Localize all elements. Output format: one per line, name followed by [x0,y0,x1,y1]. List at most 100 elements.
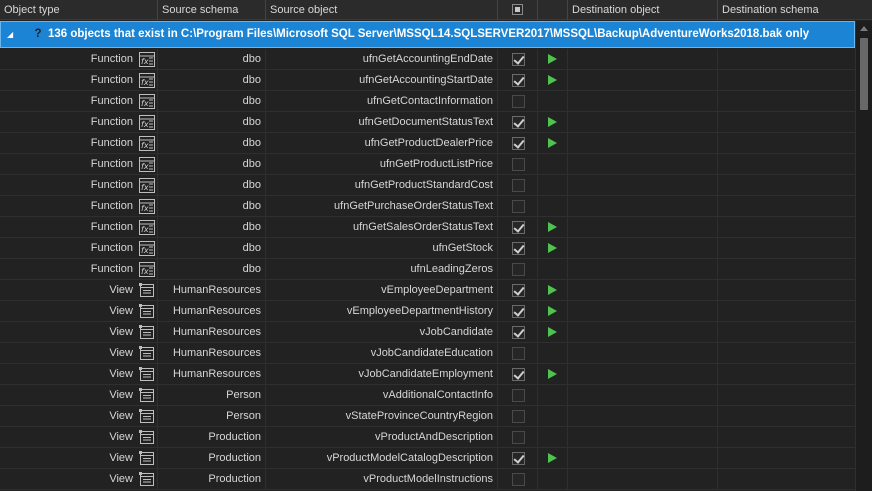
cell-source-schema: dbo [158,175,266,196]
table-row[interactable]: View HumanResources vJobCandidateEducation [0,343,855,364]
table-row[interactable]: Function fx dbo ufnGetContactInformation [0,91,855,112]
include-checkbox[interactable] [512,200,525,213]
group-row[interactable]: ◢ ? 136 objects that exist in C:\Program… [0,21,855,48]
table-row[interactable]: Function fx dbo ufnGetProductStandardCost [0,175,855,196]
include-checkbox[interactable] [512,116,525,129]
cell-include [498,154,538,175]
select-all-checkbox[interactable] [512,4,523,15]
object-type-text: View [109,326,133,338]
cell-source-object: vEmployeeDepartment [266,280,498,301]
cell-destination-object [568,112,718,133]
play-arrow-icon[interactable] [548,453,557,463]
table-row[interactable]: Function fx dbo ufnGetProductListPrice [0,154,855,175]
object-type-text: Function [90,263,133,275]
cell-destination-object [568,175,718,196]
table-row[interactable]: Function fx dbo ufnGetPurchaseOrderStatusTe… [0,196,855,217]
cell-source-object: ufnGetAccountingEndDate [266,49,498,70]
include-checkbox[interactable] [512,431,525,444]
view-icon [139,430,155,445]
play-arrow-icon[interactable] [548,306,557,316]
table-row[interactable]: View Production vProductModelCatalogDescri… [0,448,855,469]
cell-action [538,343,568,364]
include-checkbox[interactable] [512,284,525,297]
column-header-select-all[interactable] [498,0,538,20]
include-checkbox[interactable] [512,179,525,192]
table-row[interactable]: Function fx dbo ufnGetAccountingStartDate [0,70,855,91]
include-checkbox[interactable] [512,137,525,150]
table-row[interactable]: View Production vProductModelInstructions [0,469,855,490]
table-row[interactable]: View HumanResources vJobCandidate [0,322,855,343]
cell-include [498,91,538,112]
play-arrow-icon[interactable] [548,369,557,379]
column-header-source-schema[interactable]: Source schema [158,0,266,20]
cell-object-type: Function fx [0,217,158,238]
table-row[interactable]: View Production vProductAndDescription [0,427,855,448]
table-row[interactable]: Function fx dbo ufnLeadingZeros [0,259,855,280]
play-arrow-icon[interactable] [548,117,557,127]
object-type-text: Function [90,95,133,107]
include-checkbox[interactable] [512,221,525,234]
function-icon: fx [139,199,155,214]
scroll-up-icon[interactable] [860,26,868,31]
cell-source-object: vJobCandidateEducation [266,343,498,364]
table-row[interactable]: Function fx dbo ufnGetDocumentStatusText [0,112,855,133]
include-checkbox[interactable] [512,410,525,423]
cell-destination-object [568,49,718,70]
table-row[interactable]: Function fx dbo ufnGetStock [0,238,855,259]
column-header-source-object[interactable]: Source object [266,0,498,20]
include-checkbox[interactable] [512,452,525,465]
cell-destination-schema [718,406,855,427]
cell-source-object: ufnLeadingZeros [266,259,498,280]
function-icon: fx [139,241,155,256]
include-checkbox[interactable] [512,74,525,87]
play-arrow-icon[interactable] [548,54,557,64]
table-row[interactable]: Function fx dbo ufnGetAccountingEndDate [0,49,855,70]
cell-source-schema: HumanResources [158,322,266,343]
scrollbar-thumb[interactable] [860,38,868,110]
cell-object-type: Function fx [0,259,158,280]
cell-include [498,70,538,91]
object-type-text: View [109,431,133,443]
cell-object-type: Function fx [0,49,158,70]
table-row[interactable]: View Person vStateProvinceCountryRegion [0,406,855,427]
play-arrow-icon[interactable] [548,327,557,337]
table-row[interactable]: View HumanResources vEmployeeDepartment [0,280,855,301]
table-row[interactable]: View HumanResources vEmployeeDepartmentHis… [0,301,855,322]
include-checkbox[interactable] [512,305,525,318]
include-checkbox[interactable] [512,368,525,381]
table-row[interactable]: View Person vAdditionalContactInfo [0,385,855,406]
vertical-scrollbar[interactable] [855,21,872,491]
cell-destination-object [568,364,718,385]
play-arrow-icon[interactable] [548,243,557,253]
include-checkbox[interactable] [512,95,525,108]
include-checkbox[interactable] [512,263,525,276]
include-checkbox[interactable] [512,473,525,486]
table-row[interactable]: View HumanResources vJobCandidateEmploymen… [0,364,855,385]
play-arrow-icon[interactable] [548,138,557,148]
cell-source-object: ufnGetAccountingStartDate [266,70,498,91]
play-arrow-icon[interactable] [548,285,557,295]
cell-destination-schema [718,448,855,469]
play-arrow-icon[interactable] [548,222,557,232]
column-header-destination-schema[interactable]: Destination schema [718,0,872,20]
column-header-destination-object[interactable]: Destination object [568,0,718,20]
play-arrow-icon[interactable] [548,75,557,85]
include-checkbox[interactable] [512,389,525,402]
include-checkbox[interactable] [512,326,525,339]
column-header-action[interactable] [538,0,568,20]
table-row[interactable]: Function fx dbo ufnGetSalesOrderStatusText [0,217,855,238]
cell-object-type: View [0,427,158,448]
include-checkbox[interactable] [512,242,525,255]
include-checkbox[interactable] [512,158,525,171]
collapse-triangle-icon[interactable]: ◢ [7,22,13,47]
include-checkbox[interactable] [512,347,525,360]
column-header-object-type[interactable]: Object type [0,0,158,20]
svg-text:fx: fx [141,267,149,276]
include-checkbox[interactable] [512,53,525,66]
cell-destination-schema [718,70,855,91]
cell-source-object: vJobCandidate [266,322,498,343]
cell-destination-schema [718,427,855,448]
cell-destination-object [568,385,718,406]
function-icon: fx [139,115,155,130]
table-row[interactable]: Function fx dbo ufnGetProductDealerPrice [0,133,855,154]
